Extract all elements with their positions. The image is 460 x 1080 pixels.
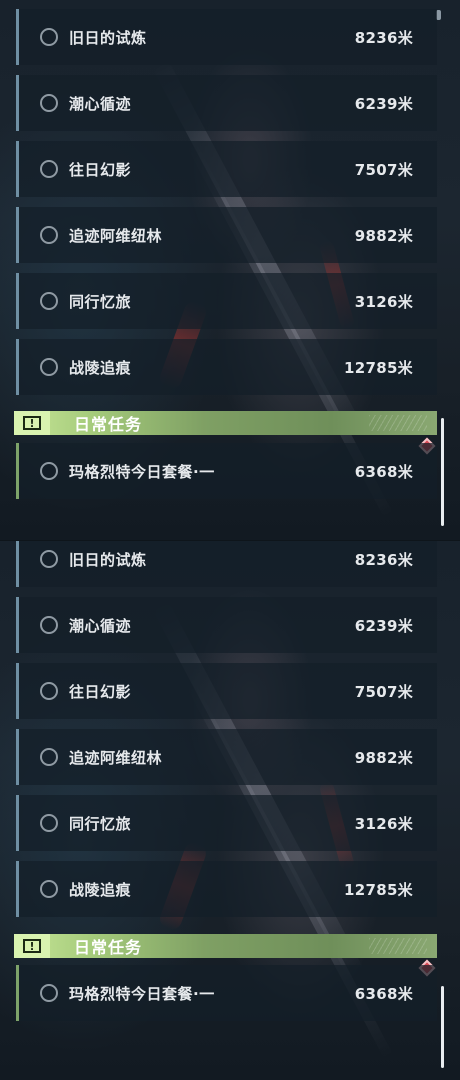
scrollbar-thumb[interactable]	[441, 418, 444, 526]
quest-name: 玛格烈特今日套餐·一	[69, 462, 215, 481]
quest-distance: 6239米	[354, 94, 413, 113]
quest-row[interactable]: 旧日的试炼 8236米	[16, 541, 437, 587]
quest-row[interactable]: 往日幻影 7507米	[16, 663, 437, 719]
quest-name: 玛格烈特今日套餐·一	[69, 984, 215, 1003]
quest-distance: 3126米	[354, 814, 413, 833]
quest-distance: 8236米	[354, 28, 413, 47]
quest-distance: 9882米	[354, 748, 413, 767]
daily-quest-row[interactable]: 玛格烈特今日套餐·一 6368米	[16, 443, 437, 499]
quest-name: 潮心循迹	[69, 616, 132, 635]
quest-name: 同行忆旅	[69, 814, 132, 833]
quest-name: 追迹阿维纽林	[69, 748, 163, 767]
quest-name: 往日幻影	[69, 160, 132, 179]
section-title: 日常任务	[74, 415, 143, 434]
quest-name: 战陵追痕	[69, 358, 132, 377]
quest-status-circle-icon	[40, 748, 58, 766]
quest-status-circle-icon	[40, 682, 58, 700]
quest-row[interactable]: 潮心循迹 6239米	[16, 597, 437, 653]
quest-distance: 12785米	[344, 358, 413, 377]
quest-status-circle-icon	[40, 550, 58, 568]
header-decoration	[369, 415, 427, 431]
quest-distance: 7507米	[354, 682, 413, 701]
quest-distance: 3126米	[354, 292, 413, 311]
exclamation-glyph: !	[23, 939, 41, 953]
quest-row[interactable]: 追迹阿维纽林 9882米	[16, 207, 437, 263]
scrollbar-thumb[interactable]	[441, 986, 444, 1068]
quest-row[interactable]: 潮心循迹 6239米	[16, 75, 437, 131]
quest-row[interactable]: 战陵追痕 12785米	[16, 339, 437, 395]
section-title: 日常任务	[74, 938, 143, 957]
quest-name: 战陵追痕	[69, 880, 132, 899]
quest-distance: 7507米	[354, 160, 413, 179]
quest-list-panel-bottom: 旧日的试炼 8236米 潮心循迹 6239米 往日幻影 7507米 追迹阿维纽林…	[0, 540, 460, 1080]
exclamation-icon: !	[14, 411, 50, 435]
quest-row[interactable]: 往日幻影 7507米	[16, 141, 437, 197]
quest-distance: 6368米	[354, 984, 413, 1003]
quest-distance: 8236米	[354, 550, 413, 569]
quest-name: 追迹阿维纽林	[69, 226, 163, 245]
exclamation-glyph: !	[23, 416, 41, 430]
quest-row[interactable]: 旧日的试炼 8236米	[16, 9, 437, 65]
quest-status-circle-icon	[40, 94, 58, 112]
quest-status-circle-icon	[40, 160, 58, 178]
quest-row[interactable]: 同行忆旅 3126米	[16, 273, 437, 329]
header-decoration	[369, 938, 427, 954]
quest-row[interactable]: 同行忆旅 3126米	[16, 795, 437, 851]
quest-list-panel-top: 旧日的试炼 8236米 潮心循迹 6239米 往日幻影 7507米 追迹阿维纽林…	[0, 0, 460, 540]
daily-quests-header[interactable]: ! 日常任务	[14, 934, 437, 958]
quest-distance: 6239米	[354, 616, 413, 635]
quest-status-circle-icon	[40, 226, 58, 244]
quest-distance: 12785米	[344, 880, 413, 899]
daily-quests-header[interactable]: ! 日常任务	[14, 411, 437, 435]
quest-status-circle-icon	[40, 616, 58, 634]
quest-status-circle-icon	[40, 984, 58, 1002]
quest-name: 旧日的试炼	[69, 28, 147, 47]
quest-status-circle-icon	[40, 292, 58, 310]
daily-quest-row[interactable]: 玛格烈特今日套餐·一 6368米	[16, 965, 437, 1021]
quest-status-circle-icon	[40, 880, 58, 898]
quest-row[interactable]: 追迹阿维纽林 9882米	[16, 729, 437, 785]
exclamation-icon: !	[14, 934, 50, 958]
quest-name: 往日幻影	[69, 682, 132, 701]
quest-name: 旧日的试炼	[69, 550, 147, 569]
quest-row[interactable]: 战陵追痕 12785米	[16, 861, 437, 917]
quest-distance: 6368米	[354, 462, 413, 481]
quest-status-circle-icon	[40, 28, 58, 46]
quest-status-circle-icon	[40, 462, 58, 480]
quest-name: 潮心循迹	[69, 94, 132, 113]
quest-status-circle-icon	[40, 814, 58, 832]
quest-distance: 9882米	[354, 226, 413, 245]
quest-name: 同行忆旅	[69, 292, 132, 311]
quest-status-circle-icon	[40, 358, 58, 376]
